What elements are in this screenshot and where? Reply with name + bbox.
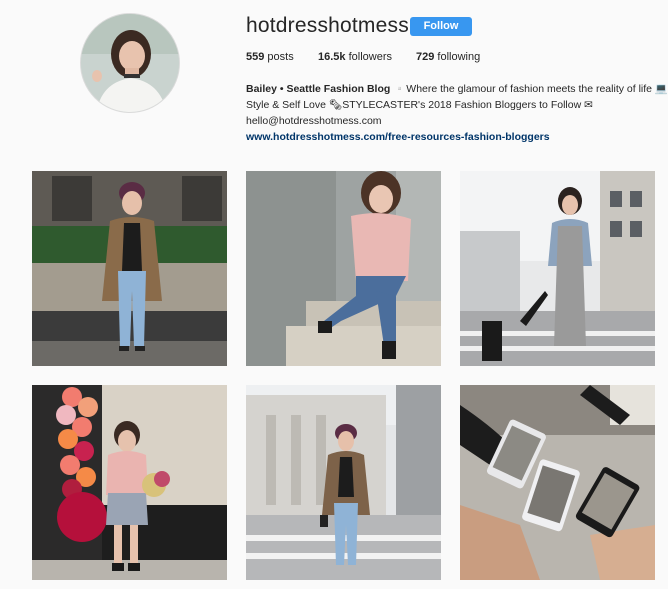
post-thumbnail[interactable] (32, 385, 227, 580)
post-photo-phones-flatlay (460, 385, 655, 580)
post-photo-pink-sweater-steps (246, 171, 441, 366)
avatar-photo (81, 14, 179, 112)
stat-followers[interactable]: 16.5k followers (318, 51, 392, 63)
bio-name: Bailey • Seattle Fashion Blog (246, 83, 391, 95)
stat-posts[interactable]: 559 posts (246, 51, 294, 63)
bio-line-2: Style & Self Love 🗞STYLECASTER's 2018 Fa… (246, 99, 593, 111)
posts-label: posts (267, 51, 294, 63)
post-thumbnail[interactable] (460, 385, 655, 580)
bio-website-link[interactable]: www.hotdresshotmess.com/free-resources-f… (246, 129, 668, 145)
profile-bio: Bailey • Seattle Fashion Blog ▫️Where th… (246, 81, 668, 145)
bio-tagline: ▫️Where the glamour of fashion meets the… (393, 83, 668, 95)
stat-following[interactable]: 729 following (416, 51, 480, 63)
following-label: following (437, 51, 481, 63)
post-thumbnail[interactable] (246, 171, 441, 366)
bio-email: hello@hotdresshotmess.com (246, 115, 382, 127)
profile-username: hotdresshotmess (246, 14, 409, 37)
profile-avatar[interactable] (80, 13, 180, 113)
post-photo-leopard-coat-crosswalk (246, 385, 441, 580)
post-thumbnail[interactable] (246, 385, 441, 580)
post-photo-leopard-coat-street (32, 171, 227, 366)
posts-count: 559 (246, 51, 265, 63)
bio-line-1: Bailey • Seattle Fashion Blog ▫️Where th… (246, 81, 668, 97)
followers-count: 16.5k (318, 51, 346, 63)
post-thumbnail[interactable] (460, 171, 655, 366)
post-thumbnail[interactable] (32, 171, 227, 366)
post-photo-balloons-storefront (32, 385, 227, 580)
follow-button[interactable]: Follow (410, 17, 472, 36)
following-count: 729 (416, 51, 435, 63)
followers-label: followers (348, 51, 392, 63)
post-photo-grey-dress-crosswalk (460, 171, 655, 366)
